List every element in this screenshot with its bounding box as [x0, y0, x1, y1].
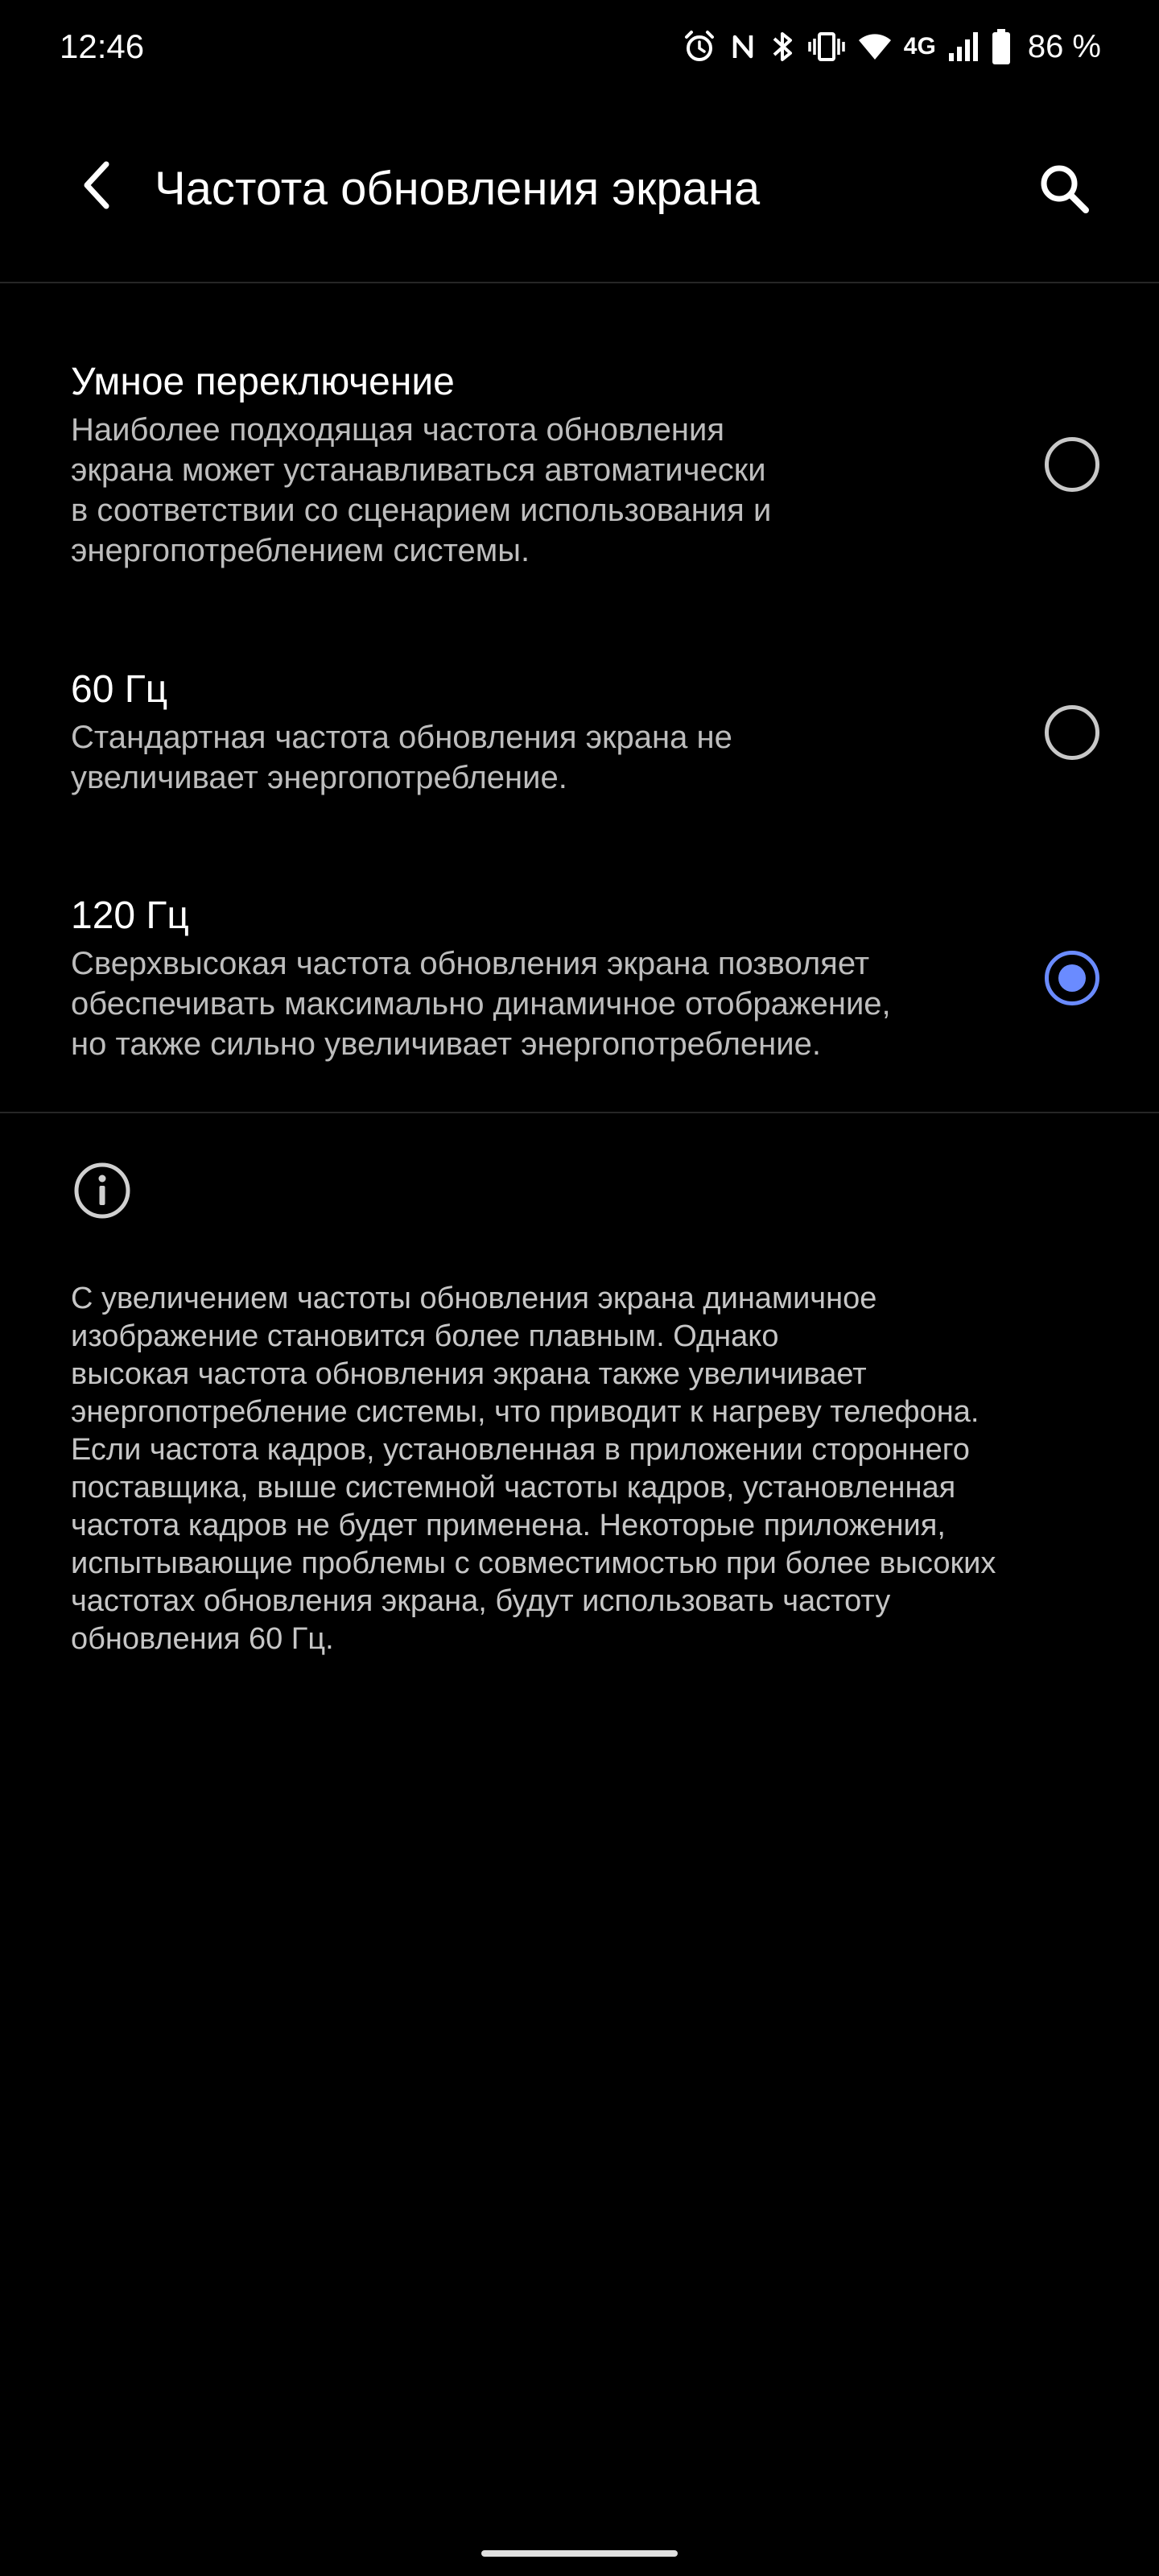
radio-button[interactable]	[1045, 705, 1099, 760]
info-icon	[72, 1161, 132, 1220]
header-divider	[0, 282, 1159, 283]
wifi-icon	[857, 27, 893, 67]
battery-icon	[991, 27, 1012, 67]
option-description: Наиболее подходящая частота обновления э…	[71, 412, 772, 568]
back-arrow-icon	[77, 159, 116, 215]
status-time: 12:46	[60, 27, 145, 65]
page-title: Частота обновления экрана	[155, 163, 761, 215]
bluetooth-icon	[769, 27, 796, 67]
battery-percentage: 86 %	[1027, 29, 1101, 64]
option-smart-switch[interactable]: Умное переключение Наиболее подходящая ч…	[0, 358, 1159, 576]
option-title: 60 Гц	[71, 668, 168, 711]
option-title: 120 Гц	[71, 894, 189, 937]
search-button[interactable]	[1027, 153, 1101, 227]
options-divider	[0, 1112, 1159, 1113]
status-bar: 12:46 4G 86 %	[0, 0, 1159, 93]
search-icon	[1037, 162, 1091, 219]
nfc-icon	[728, 27, 757, 67]
radio-button[interactable]	[1045, 437, 1099, 492]
back-button[interactable]	[63, 153, 130, 221]
option-description: Сверхвысокая частота обновления экрана п…	[71, 946, 891, 1062]
network-type-label: 4G	[903, 33, 936, 60]
option-description: Стандартная частота обновления экрана не…	[71, 720, 732, 795]
gesture-navigation-handle[interactable]	[481, 2550, 678, 2557]
alarm-icon	[682, 27, 717, 67]
option-120hz[interactable]: 120 Гц Сверхвысокая частота обновления э…	[0, 892, 1159, 1077]
radio-selected-dot	[1058, 964, 1086, 992]
signal-icon	[947, 27, 980, 67]
radio-button-selected[interactable]	[1045, 951, 1099, 1005]
info-description: С увеличением частоты обновления экрана …	[71, 1282, 996, 1656]
app-bar: Частота обновления экрана	[0, 121, 1159, 258]
option-60hz[interactable]: 60 Гц Стандартная частота обновления экр…	[0, 666, 1159, 811]
option-title: Умное переключение	[71, 361, 455, 403]
status-icons: 4G 86 %	[682, 23, 1101, 71]
vibrate-icon	[807, 27, 846, 67]
